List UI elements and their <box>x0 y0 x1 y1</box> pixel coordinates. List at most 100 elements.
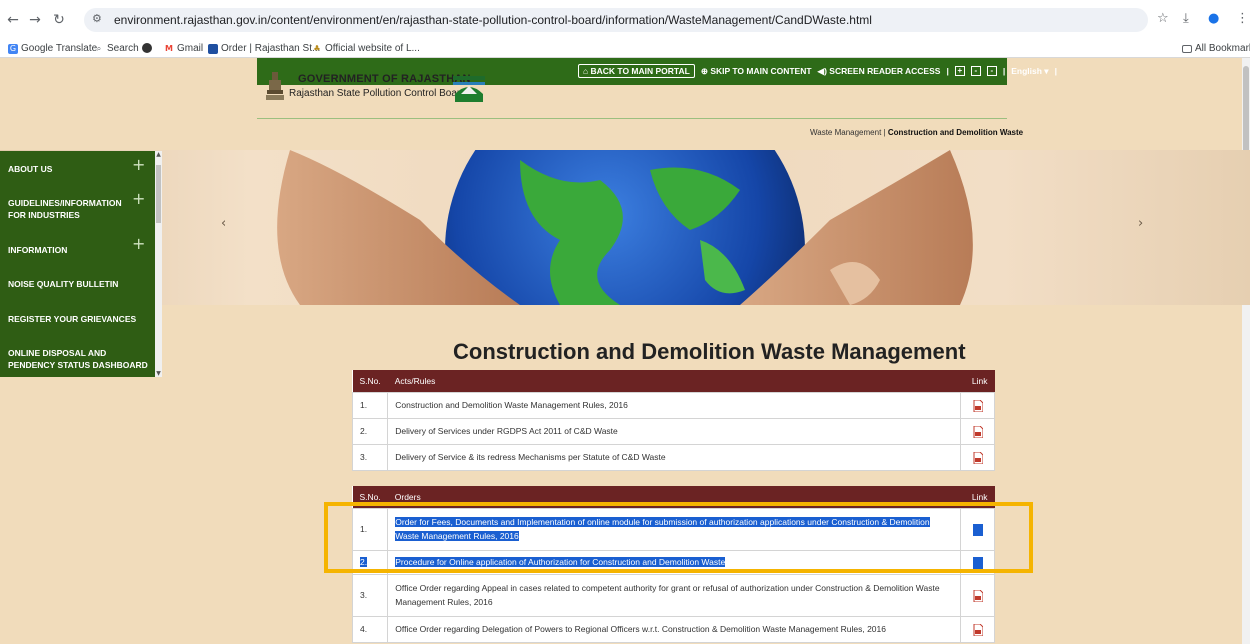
star-icon[interactable]: ☆ <box>1157 11 1169 26</box>
row-title: Construction and Demolition Waste Manage… <box>387 391 961 419</box>
row-sno: 1. <box>351 391 389 419</box>
gmail-icon: M <box>165 43 173 53</box>
font-normal-button[interactable]: - <box>970 66 981 76</box>
hero-banner <box>0 150 1250 305</box>
font-increase-button[interactable]: + <box>954 66 965 76</box>
chevron-down-icon: ▾ <box>1041 65 1049 76</box>
bookmark-gmail[interactable]: M Gmail <box>164 43 203 54</box>
page-scrollbar[interactable] <box>1242 58 1250 644</box>
home-icon: ⌂ <box>583 66 591 76</box>
search-icon: ⌕ <box>96 43 102 53</box>
row-sno: 3. <box>351 443 389 471</box>
row-link[interactable] <box>960 417 995 445</box>
row-link[interactable] <box>960 615 995 643</box>
acts-rules-table: S.No. Acts/Rules Link 1. Construction an… <box>351 370 995 471</box>
carousel-next-icon[interactable]: › <box>1138 216 1143 231</box>
chrome-icon <box>142 43 152 53</box>
sidebar-item-grievances[interactable]: REGISTER YOUR GRIEVANCES <box>0 313 155 325</box>
skip-icon: ⊕ <box>700 65 711 76</box>
font-decrease-button[interactable]: - <box>986 66 997 76</box>
pdf-icon[interactable] <box>973 399 983 413</box>
language-select[interactable]: English ▾ <box>1011 66 1048 77</box>
profile-icon[interactable]: ● <box>1208 11 1219 26</box>
col-link: Link <box>960 370 995 392</box>
row-link[interactable] <box>960 443 995 471</box>
row-sno: 4. <box>351 615 389 643</box>
skip-to-content-link[interactable]: ⊕ SKIP TO MAIN CONTENT <box>701 66 812 77</box>
earth-in-hands-image <box>277 150 973 305</box>
browser-toolbar: ← → ↻ ⚙ environment.rajasthan.gov.in/con… <box>0 0 1250 42</box>
folder-icon <box>1182 44 1192 53</box>
breadcrumb: Waste Management | Construction and Demo… <box>810 128 1023 137</box>
scroll-up-icon[interactable]: ▲ <box>155 151 162 158</box>
bookmark-order[interactable]: Order | Rajasthan St... <box>208 43 320 54</box>
state-emblem-icon <box>266 72 284 100</box>
header-links: ⌂ BACK TO MAIN PORTAL ⊕ SKIP TO MAIN CON… <box>578 64 1057 78</box>
all-bookmarks[interactable]: All Bookmarks <box>1182 43 1250 54</box>
col-acts-rules: Acts/Rules <box>387 370 961 392</box>
reload-icon[interactable]: ↻ <box>50 11 68 29</box>
speaker-icon: ◀) <box>817 65 830 76</box>
row-sno: 2. <box>351 417 389 445</box>
highlight-box <box>324 502 1033 573</box>
pdf-icon[interactable] <box>973 451 983 465</box>
table-header-row: S.No. Acts/Rules Link <box>352 370 995 392</box>
sidebar-scrollbar[interactable]: ▲ ▼ <box>155 151 162 377</box>
plus-icon[interactable]: + <box>132 191 145 207</box>
download-icon[interactable]: ⤓ <box>1183 11 1189 26</box>
row-sno: 3. <box>351 573 389 617</box>
bookmarks-bar: G Google Translate ⌕ Search M Gmail Order |… <box>0 42 1250 58</box>
col-sno: S.No. <box>352 370 388 392</box>
page-title: Construction and Demolition Waste Manage… <box>453 339 966 364</box>
breadcrumb-current: Construction and Demolition Waste <box>887 128 1024 137</box>
table-row: 3. Office Order regarding Appeal in case… <box>351 573 995 617</box>
table-row: 2. Delivery of Services under RGDPS Act … <box>351 417 995 445</box>
divider: | <box>946 66 949 76</box>
scroll-down-icon[interactable]: ▼ <box>155 370 162 377</box>
menu-icon[interactable]: ⋮ <box>1236 11 1249 26</box>
back-arrow-icon[interactable]: ← <box>4 11 22 29</box>
sidebar-scrollbar-thumb[interactable] <box>156 165 161 223</box>
site-info-icon[interactable]: ⚙ <box>92 12 102 25</box>
bookmark-chrome[interactable] <box>142 43 152 53</box>
row-title: Delivery of Service & its redress Mechan… <box>387 443 961 471</box>
url-text[interactable]: environment.rajasthan.gov.in/content/env… <box>114 13 872 27</box>
bookmark-search[interactable]: ⌕ Search <box>94 43 139 54</box>
carousel-prev-icon[interactable]: ‹ <box>221 216 226 231</box>
sidebar-item-noise-bulletin[interactable]: NOISE QUALITY BULLETIN <box>0 278 155 290</box>
bookmark-official[interactable]: ♣ Official website of L... <box>312 43 419 54</box>
row-link[interactable] <box>960 391 995 419</box>
table-row: 1. Construction and Demolition Waste Man… <box>351 391 995 419</box>
sidebar-menu: ABOUT US + GUIDELINES/INFORMATION FOR IND… <box>0 151 155 377</box>
address-bar[interactable]: ⚙ environment.rajasthan.gov.in/content/e… <box>84 8 1148 32</box>
table-row: 3. Delivery of Service & its redress Mec… <box>351 443 995 471</box>
sidebar-item-information[interactable]: INFORMATION + <box>0 236 155 256</box>
sidebar-item-guidelines[interactable]: GUIDELINES/INFORMATION FOR INDUSTRIES + <box>0 191 145 221</box>
pdf-icon[interactable] <box>973 623 983 637</box>
divider: | <box>1002 66 1006 76</box>
row-title: Delivery of Services under RGDPS Act 201… <box>387 417 961 445</box>
screen-reader-link[interactable]: ◀) SCREEN READER ACCESS <box>818 66 941 77</box>
translate-icon: G <box>8 43 18 54</box>
table-row: 4. Office Order regarding Delegation of … <box>351 615 995 643</box>
breadcrumb-parent[interactable]: Waste Management <box>810 128 881 137</box>
government-title: GOVERNMENT OF RAJASTHAN <box>298 73 471 85</box>
row-link[interactable] <box>960 573 995 617</box>
forward-arrow-icon[interactable]: → <box>26 11 44 29</box>
row-title[interactable]: Office Order regarding Delegation of Pow… <box>387 615 961 643</box>
doc-icon <box>208 43 218 54</box>
board-logo-icon <box>453 76 485 102</box>
header-divider <box>257 118 1007 119</box>
divider: | <box>1054 66 1057 76</box>
bookmark-google-translate[interactable]: G Google Translate <box>8 43 97 54</box>
board-name: Rajasthan State Pollution Control Board <box>289 88 466 99</box>
sidebar-item-dashboard[interactable]: ONLINE DISPOSAL AND PENDENCY STATUS DASH… <box>0 347 150 371</box>
back-to-main-portal-link[interactable]: ⌂ BACK TO MAIN PORTAL <box>578 64 695 78</box>
pdf-icon[interactable] <box>973 425 983 439</box>
emblem-icon: ♣ <box>313 43 321 53</box>
pdf-icon[interactable] <box>973 589 983 603</box>
plus-icon[interactable]: + <box>132 236 145 252</box>
sidebar-item-about-us[interactable]: ABOUT US + <box>0 157 155 175</box>
plus-icon[interactable]: + <box>132 157 145 173</box>
row-title[interactable]: Office Order regarding Appeal in cases r… <box>387 573 961 617</box>
